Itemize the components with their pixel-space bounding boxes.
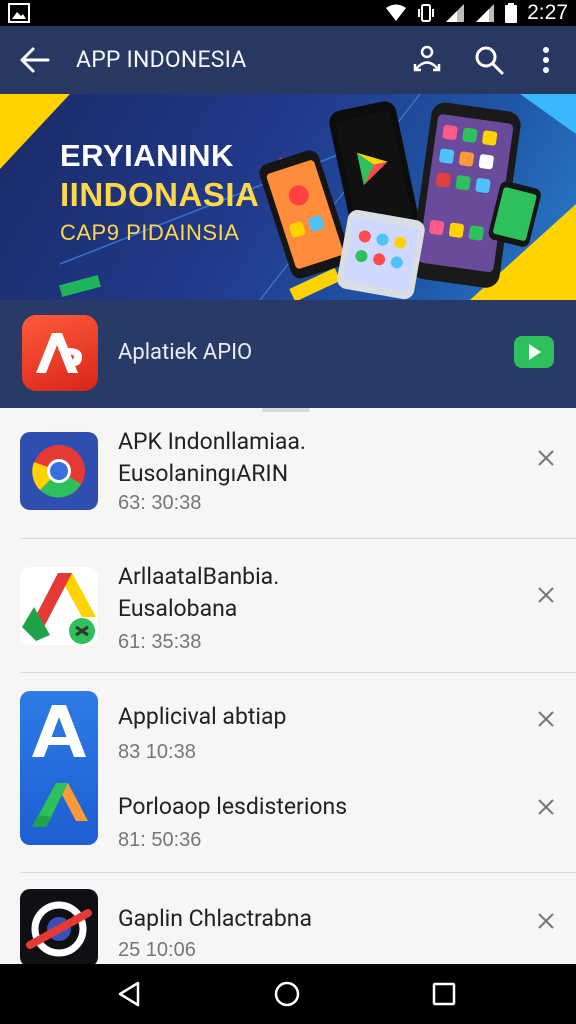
- divider: [20, 872, 576, 873]
- status-bar: 2:27: [0, 0, 576, 26]
- app-bar: APP INDONESIA: [0, 26, 576, 94]
- more-vert-icon[interactable]: [528, 42, 564, 78]
- home-icon[interactable]: [271, 978, 303, 1010]
- item-title: Porloaop lesdisterions: [118, 793, 348, 820]
- item-timestamp: 81: 50:36: [118, 829, 202, 851]
- item-title: Gaplin Chlactrabna: [118, 905, 312, 932]
- divider: [20, 538, 576, 539]
- chrome-icon: [20, 432, 98, 510]
- app-list: APK Indonllamiaa. EusolaningıARIN 63: 30…: [0, 408, 576, 964]
- close-icon[interactable]: [534, 446, 558, 470]
- promo-banner[interactable]: ERYIANINK IINDONASIA CAP9 PIDAINSIA: [0, 94, 576, 300]
- banner-headline-1: ERYIANINK: [60, 138, 234, 173]
- close-icon[interactable]: [534, 909, 558, 933]
- blocked-icon: [20, 889, 98, 964]
- search-icon[interactable]: [471, 42, 507, 78]
- featured-app-row[interactable]: Aplatiek APIO: [0, 300, 576, 408]
- item-timestamp: 25 10:06: [118, 939, 196, 961]
- play-button[interactable]: [514, 336, 554, 368]
- drive-icon: [20, 567, 98, 645]
- back-icon[interactable]: [114, 978, 146, 1010]
- vibrate-icon: [418, 4, 435, 22]
- item-title: ArllaatalBanbia.: [118, 563, 280, 590]
- recents-icon[interactable]: [428, 978, 460, 1010]
- item-title: APK Indonllamiaa.: [118, 428, 306, 455]
- close-icon[interactable]: [534, 583, 558, 607]
- battery-icon: [505, 3, 518, 23]
- drag-handle[interactable]: [262, 408, 310, 412]
- featured-app-name: Aplatiek APIO: [118, 340, 253, 365]
- divider: [20, 672, 576, 673]
- item-timestamp: 61: 35:38: [118, 631, 202, 653]
- banner-subtitle: CAP9 PIDAINSIA: [60, 220, 240, 245]
- item-title: Applicival abtiap: [118, 703, 287, 730]
- back-arrow-icon[interactable]: [18, 44, 52, 76]
- app-logo-icon: [36, 333, 82, 373]
- system-nav-bar: [0, 964, 576, 1024]
- app-store-icon: [20, 691, 98, 845]
- image-icon: [8, 3, 30, 23]
- featured-app-icon: [22, 315, 98, 391]
- page-title: APP INDONESIA: [76, 46, 247, 73]
- banner-headline-2: IINDONASIA: [60, 176, 260, 213]
- wifi-icon: [386, 4, 407, 21]
- signal-icon: [476, 4, 495, 22]
- item-subtitle: EusolaningıARIN: [118, 460, 289, 487]
- signal-icon: [446, 4, 465, 22]
- item-timestamp: 83 10:38: [118, 741, 196, 763]
- status-clock: 2:27: [527, 1, 568, 24]
- close-icon[interactable]: [534, 795, 558, 819]
- account-switch-icon[interactable]: [409, 42, 445, 78]
- close-icon[interactable]: [534, 707, 558, 731]
- item-subtitle: Eusalobana: [118, 595, 238, 622]
- play-icon: [529, 344, 541, 360]
- item-timestamp: 63: 30:38: [118, 492, 202, 514]
